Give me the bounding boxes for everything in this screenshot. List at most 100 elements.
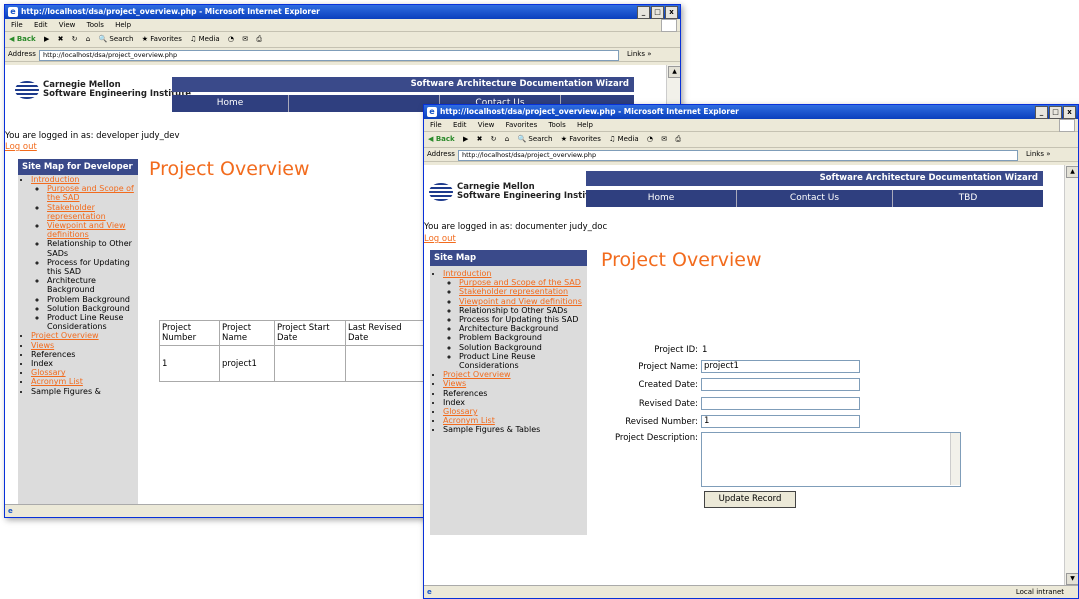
sitemap-link[interactable]: Acronym List — [443, 416, 495, 425]
refresh-icon[interactable]: ↻ — [72, 35, 78, 43]
revised-number-input[interactable]: 1 — [701, 415, 860, 428]
menu-view[interactable]: View — [478, 121, 495, 129]
sitemap-subitem[interactable]: Viewpoint and View definitions — [47, 221, 138, 239]
links-button[interactable]: Links » — [627, 48, 652, 61]
print-icon[interactable]: ⎙ — [256, 35, 262, 43]
sitemap-link[interactable]: Purpose and Scope of the SAD — [459, 278, 581, 287]
sitemap-link[interactable]: Viewpoint and View definitions — [459, 297, 582, 306]
sitemap-item[interactable]: Views — [31, 341, 138, 350]
sitemap-link[interactable]: Glossary — [443, 407, 478, 416]
scroll-down-icon[interactable]: ▼ — [1066, 573, 1078, 585]
home-icon[interactable]: ⌂ — [505, 135, 509, 143]
sitemap-link[interactable]: Project Overview — [443, 370, 511, 379]
logout-link[interactable]: Log out — [5, 142, 37, 152]
print-icon[interactable]: ⎙ — [675, 135, 681, 143]
description-textarea[interactable] — [701, 432, 961, 487]
favorites-button[interactable]: ★ Favorites — [561, 135, 601, 143]
forward-button[interactable]: ▶ — [44, 35, 49, 43]
links-button[interactable]: Links » — [1026, 148, 1051, 161]
nav-home[interactable]: Home — [586, 190, 737, 207]
sitemap-link[interactable]: Stakeholder representation — [47, 203, 106, 221]
history-icon[interactable]: ◔ — [228, 35, 234, 43]
sitemap-item[interactable]: Glossary — [443, 407, 587, 416]
menu-view[interactable]: View — [59, 21, 76, 29]
cell-last-revised — [345, 345, 424, 382]
sitemap-link[interactable]: Views — [31, 341, 54, 350]
sitemap-subitem: Solution Background — [459, 343, 587, 352]
menu-tools[interactable]: Tools — [548, 121, 565, 129]
forward-button[interactable]: ▶ — [463, 135, 468, 143]
sitemap-item[interactable]: Project Overview — [31, 331, 138, 340]
address-input[interactable]: http://localhost/dsa/project_overview.ph… — [458, 150, 1018, 161]
logout-link[interactable]: Log out — [424, 234, 456, 244]
revised-date-input[interactable] — [701, 397, 860, 410]
back-button[interactable]: ◀ Back — [9, 35, 36, 43]
sitemap-link[interactable]: Stakeholder representation — [459, 287, 568, 296]
sitemap-item[interactable]: Acronym List — [443, 416, 587, 425]
menu-help[interactable]: Help — [115, 21, 131, 29]
close-button[interactable]: x — [1063, 106, 1076, 119]
maximize-button[interactable]: □ — [651, 6, 664, 19]
mail-icon[interactable]: ✉ — [661, 135, 667, 143]
sitemap-link[interactable]: Glossary — [31, 368, 66, 377]
sitemap-subitem[interactable]: Purpose and Scope of the SAD — [459, 278, 587, 287]
maximize-button[interactable]: □ — [1049, 106, 1062, 119]
title-bar[interactable]: e http://localhost/dsa/project_overview.… — [5, 5, 680, 19]
media-button[interactable]: ♫ Media — [609, 135, 639, 143]
menu-edit[interactable]: Edit — [34, 21, 48, 29]
sitemap-link[interactable]: Introduction — [31, 175, 79, 184]
sitemap-link[interactable]: Acronym List — [31, 377, 83, 386]
project-name-input[interactable]: project1 — [701, 360, 860, 373]
minimize-button[interactable]: _ — [637, 6, 650, 19]
sitemap-link[interactable]: Project Overview — [31, 331, 99, 340]
sitemap-link[interactable]: Introduction — [443, 269, 491, 278]
sitemap-link[interactable]: Purpose and Scope of the SAD — [47, 184, 134, 202]
search-button[interactable]: 🔍 Search — [517, 135, 552, 143]
home-icon[interactable]: ⌂ — [86, 35, 90, 43]
nav-tbd[interactable]: TBD — [893, 190, 1043, 207]
sitemap-item[interactable]: Glossary — [31, 368, 138, 377]
stop-icon[interactable]: ✖ — [477, 135, 483, 143]
update-record-button[interactable]: Update Record — [704, 491, 796, 508]
back-button[interactable]: ◀ Back — [428, 135, 455, 143]
sitemap-subitem[interactable]: Viewpoint and View definitions — [459, 297, 587, 306]
history-icon[interactable]: ◔ — [647, 135, 653, 143]
sitemap-link[interactable]: Viewpoint and View definitions — [47, 221, 126, 239]
nav-contact-us[interactable]: Contact Us — [737, 190, 893, 207]
refresh-icon[interactable]: ↻ — [491, 135, 497, 143]
wizard-header: Software Architecture Documentation Wiza… — [172, 77, 634, 92]
sitemap-link[interactable]: Views — [443, 379, 466, 388]
sitemap-item[interactable]: Acronym List — [31, 377, 138, 386]
mail-icon[interactable]: ✉ — [242, 35, 248, 43]
sitemap-subitem[interactable]: Stakeholder representation — [459, 287, 587, 296]
scroll-up-icon[interactable]: ▲ — [1066, 166, 1078, 178]
minimize-button[interactable]: _ — [1035, 106, 1048, 119]
sitemap-sublist: Purpose and Scope of the SADStakeholder … — [443, 278, 587, 370]
media-button[interactable]: ♫ Media — [190, 35, 220, 43]
vertical-scrollbar[interactable]: ▲ ▼ — [1064, 165, 1078, 586]
sitemap-subitem[interactable]: Purpose and Scope of the SAD — [47, 184, 138, 202]
search-button[interactable]: 🔍 Search — [98, 35, 133, 43]
created-date-input[interactable] — [701, 378, 860, 391]
sitemap-item[interactable]: Views — [443, 379, 587, 388]
menu-file[interactable]: File — [430, 121, 442, 129]
sitemap-item[interactable]: Project Overview — [443, 370, 587, 379]
sitemap-item-introduction[interactable]: IntroductionPurpose and Scope of the SAD… — [31, 175, 138, 331]
browser-window-front[interactable]: e http://localhost/dsa/project_overview.… — [423, 104, 1079, 599]
textarea-scrollbar[interactable] — [950, 433, 960, 485]
sitemap-subitem[interactable]: Stakeholder representation — [47, 203, 138, 221]
revised-number-label: Revised Number: — [625, 417, 698, 427]
menu-favorites[interactable]: Favorites — [506, 121, 538, 129]
menu-tools[interactable]: Tools — [87, 21, 104, 29]
scroll-up-icon[interactable]: ▲ — [668, 66, 680, 78]
menu-help[interactable]: Help — [577, 121, 593, 129]
menu-file[interactable]: File — [11, 21, 23, 29]
close-button[interactable]: x — [665, 6, 678, 19]
menu-edit[interactable]: Edit — [453, 121, 467, 129]
nav-home[interactable]: Home — [172, 95, 289, 112]
address-input[interactable]: http://localhost/dsa/project_overview.ph… — [39, 50, 619, 61]
title-bar[interactable]: e http://localhost/dsa/project_overview.… — [424, 105, 1078, 119]
sitemap-item-introduction[interactable]: IntroductionPurpose and Scope of the SAD… — [443, 269, 587, 370]
favorites-button[interactable]: ★ Favorites — [142, 35, 182, 43]
stop-icon[interactable]: ✖ — [58, 35, 64, 43]
